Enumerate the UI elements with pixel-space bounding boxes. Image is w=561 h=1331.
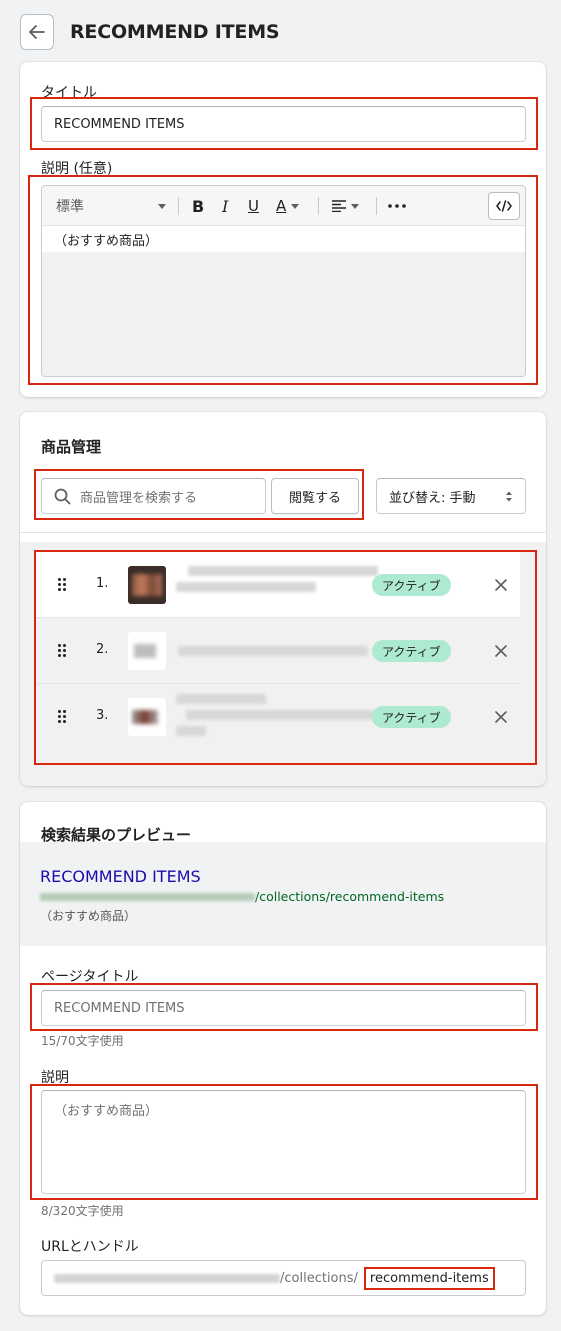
product-index: 2.	[96, 642, 109, 657]
title-description-card: タイトル RECOMMEND ITEMS 説明 (任意) 標準 B I U A	[20, 62, 546, 397]
meta-description-input[interactable]: （おすすめ商品）	[41, 1090, 526, 1194]
product-thumbnail	[128, 698, 166, 736]
toolbar-divider	[318, 197, 319, 215]
preview-description: （おすすめ商品）	[40, 909, 137, 923]
search-preview: RECOMMEND ITEMS /collections/recommend-i…	[20, 842, 546, 946]
sort-select[interactable]: 並び替え: 手動	[376, 478, 526, 514]
status-badge: アクティブ	[372, 574, 451, 596]
product-row[interactable]: 2. アクティブ	[36, 618, 520, 684]
page-title-count: 15/70文字使用	[41, 1034, 124, 1048]
close-icon	[495, 579, 507, 591]
page-title-placeholder: RECOMMEND ITEMS	[54, 1000, 185, 1016]
align-button[interactable]	[332, 186, 359, 226]
chevron-down-icon	[291, 203, 300, 209]
page-title-input[interactable]: RECOMMEND ITEMS	[41, 990, 526, 1026]
search-placeholder: 商品管理を検索する	[80, 490, 198, 506]
format-select[interactable]: 標準	[56, 186, 166, 226]
bold-button[interactable]: B	[192, 186, 204, 226]
products-card: 商品管理 商品管理を検索する 閲覧する 並び替え: 手動 1. アクティブ 2.…	[20, 412, 546, 786]
close-icon	[495, 711, 507, 723]
remove-product-button[interactable]	[490, 574, 512, 596]
more-horizontal-icon	[388, 204, 406, 208]
title-label: タイトル	[41, 85, 97, 101]
drag-handle-icon[interactable]	[58, 710, 68, 724]
back-button[interactable]	[20, 14, 54, 50]
drag-handle-icon[interactable]	[58, 578, 68, 592]
products-heading: 商品管理	[41, 438, 102, 456]
product-index: 1.	[96, 576, 109, 591]
product-thumbnail	[128, 566, 166, 604]
sort-label: 並び替え: 手動	[389, 490, 476, 506]
product-title-redacted	[188, 566, 378, 576]
handle-value: recommend-items	[363, 1266, 495, 1290]
product-list: 1. アクティブ 2. アクティブ 3. アクティブ	[20, 542, 546, 786]
page-header: RECOMMEND ITEMS	[20, 14, 280, 50]
preview-url-path: /collections/recommend-items	[255, 889, 445, 904]
italic-button[interactable]: I	[222, 186, 228, 226]
text-color-button[interactable]: A	[276, 186, 300, 226]
text-color-label: A	[276, 197, 287, 215]
preview-url: /collections/recommend-items	[40, 889, 444, 904]
status-badge: アクティブ	[372, 706, 451, 728]
url-handle-input[interactable]: /collections/ recommend-items	[41, 1260, 526, 1296]
remove-product-button[interactable]	[490, 706, 512, 728]
underline-button[interactable]: U	[248, 186, 259, 226]
title-input[interactable]: RECOMMEND ITEMS	[41, 106, 526, 142]
product-row[interactable]: 3. アクティブ	[36, 684, 520, 750]
chevron-down-icon	[158, 203, 166, 209]
preview-title: RECOMMEND ITEMS	[40, 867, 201, 886]
domain-redacted	[54, 1273, 280, 1283]
seo-card: 検索結果のプレビュー RECOMMEND ITEMS /collections/…	[20, 802, 546, 1315]
page-title: RECOMMEND ITEMS	[70, 21, 280, 43]
product-title-redacted	[178, 646, 368, 656]
status-badge: アクティブ	[372, 640, 451, 662]
domain-redacted	[40, 892, 255, 901]
remove-product-button[interactable]	[490, 640, 512, 662]
drag-handle-icon[interactable]	[58, 644, 68, 658]
meta-description-placeholder: （おすすめ商品）	[54, 1104, 159, 1119]
product-title-redacted	[176, 726, 206, 736]
url-handle-label: URLとハンドル	[41, 1239, 139, 1255]
product-title-redacted	[186, 710, 376, 720]
meta-description-count: 8/320文字使用	[41, 1204, 124, 1218]
product-subtitle-redacted	[176, 582, 316, 592]
url-prefix: /collections/	[280, 1270, 358, 1286]
product-search-input[interactable]: 商品管理を検索する	[41, 478, 266, 514]
toolbar-divider	[376, 197, 377, 215]
product-thumbnail	[128, 632, 166, 670]
product-index: 3.	[96, 708, 109, 723]
product-row[interactable]: 1. アクティブ	[36, 552, 520, 618]
align-left-icon	[332, 200, 346, 212]
code-icon	[496, 200, 512, 212]
divider	[20, 532, 546, 533]
close-icon	[495, 645, 507, 657]
format-label: 標準	[56, 199, 84, 215]
search-icon	[54, 488, 71, 505]
toolbar-divider	[178, 197, 179, 215]
meta-description-label: 説明	[41, 1070, 69, 1086]
editor-text: （おすすめ商品）	[42, 226, 525, 252]
chevron-down-icon	[351, 203, 359, 209]
product-title-redacted	[176, 694, 266, 704]
editor-toolbar: 標準 B I U A	[42, 186, 525, 226]
page-title-label: ページタイトル	[41, 969, 139, 985]
more-options-button[interactable]	[388, 186, 406, 226]
html-code-button[interactable]	[488, 192, 520, 220]
editor-content[interactable]: （おすすめ商品）	[42, 226, 525, 376]
arrow-left-icon	[29, 25, 45, 39]
rich-text-editor[interactable]: 標準 B I U A （おすすめ商品）	[41, 185, 526, 377]
select-arrows-icon	[506, 491, 512, 502]
browse-button[interactable]: 閲覧する	[271, 478, 359, 514]
description-label: 説明 (任意)	[41, 161, 113, 177]
